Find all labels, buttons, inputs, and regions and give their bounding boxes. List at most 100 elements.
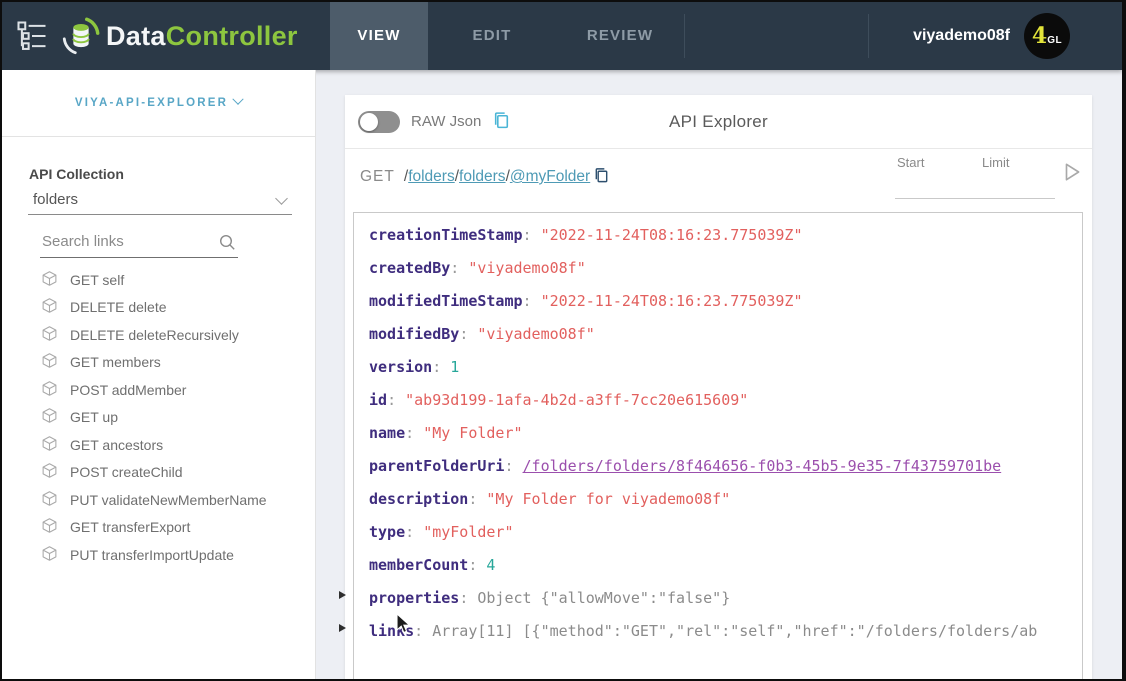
json-value-string: "My Folder for viyademo08f" xyxy=(486,490,730,508)
api-link-item[interactable]: DELETE deleteRecursively xyxy=(2,321,315,349)
api-link-item[interactable]: PUT transferImportUpdate xyxy=(2,541,315,569)
json-line-modifiedBy: modifiedBy: "viyademo08f" xyxy=(369,318,1082,351)
request-url-line: GET /folders/folders/@myFolder xyxy=(360,165,610,189)
cube-icon xyxy=(41,407,70,427)
api-link-item[interactable]: POST createChild xyxy=(2,459,315,487)
api-link-label: GET self xyxy=(70,272,124,288)
json-line-creationTimeStamp: creationTimeStamp: "2022-11-24T08:16:23.… xyxy=(369,219,1082,252)
json-value-string: "ab93d199-1afa-4b2d-a3ff-7cc20e615609" xyxy=(405,391,748,409)
search-links-field xyxy=(40,230,238,258)
json-colon: : xyxy=(459,325,477,343)
sidebar-divider xyxy=(2,136,315,137)
cube-icon xyxy=(41,435,70,455)
cube-icon xyxy=(41,517,70,537)
json-value-link[interactable]: /folders/folders/8f464656-f0b3-45b5-9e35… xyxy=(523,457,1002,475)
search-links-input[interactable] xyxy=(40,230,207,250)
json-line-memberCount: memberCount: 4 xyxy=(369,549,1082,582)
json-key: type xyxy=(369,523,405,541)
path-segment-link[interactable]: folders xyxy=(408,168,455,185)
cube-icon xyxy=(41,462,70,482)
json-value-object: Object {"allowMove":"false"} xyxy=(477,589,730,607)
path-segment-link[interactable]: folders xyxy=(459,168,506,185)
tab-view[interactable]: VIEW xyxy=(330,2,428,70)
http-method-label: GET xyxy=(360,168,395,186)
json-colon: : xyxy=(468,556,486,574)
json-colon: : xyxy=(450,259,468,277)
json-line-description: description: "My Folder for viyademo08f" xyxy=(369,483,1082,516)
json-value-object: Array[11] [{"method":"GET","rel":"self",… xyxy=(432,622,1037,640)
api-link-item[interactable]: GET self xyxy=(2,266,315,294)
json-viewer: creationTimeStamp: "2022-11-24T08:16:23.… xyxy=(353,212,1083,681)
json-key: description xyxy=(369,490,468,508)
limit-label: Limit xyxy=(982,155,1009,170)
cube-icon xyxy=(41,270,70,290)
json-value-number: 4 xyxy=(486,556,495,574)
json-key: name xyxy=(369,424,405,442)
datacontroller-logo-icon xyxy=(60,15,102,57)
json-colon: : xyxy=(504,457,522,475)
panel-header: RAW Json API Explorer xyxy=(345,95,1092,149)
json-colon: : xyxy=(387,391,405,409)
tab-review[interactable]: REVIEW xyxy=(556,2,684,70)
json-colon: : xyxy=(414,622,432,640)
4gl-badge[interactable]: 4GL xyxy=(1024,13,1070,59)
expand-toggle-properties[interactable] xyxy=(339,591,346,599)
api-link-label: GET ancestors xyxy=(70,437,163,453)
tab-edit[interactable]: EDIT xyxy=(428,2,556,70)
expand-toggle-links[interactable] xyxy=(339,624,346,632)
json-colon: : xyxy=(405,424,423,442)
cube-icon xyxy=(41,490,70,510)
json-key: modifiedTimeStamp xyxy=(369,292,523,310)
json-key: links xyxy=(369,622,414,640)
sidebar: VIYA-API-EXPLORER API Collection folders… xyxy=(2,70,316,679)
api-link-item[interactable]: PUT validateNewMemberName xyxy=(2,486,315,514)
json-colon: : xyxy=(459,589,477,607)
request-path: /folders/folders/@myFolder xyxy=(404,168,590,186)
json-key: memberCount xyxy=(369,556,468,574)
json-colon: : xyxy=(432,358,450,376)
start-input[interactable] xyxy=(895,177,969,197)
api-link-item[interactable]: POST addMember xyxy=(2,376,315,404)
api-link-item[interactable]: GET transferExport xyxy=(2,514,315,542)
badge-suffix: GL xyxy=(1047,35,1062,46)
api-link-item[interactable]: GET members xyxy=(2,349,315,377)
json-value-string: "viyademo08f" xyxy=(477,325,594,343)
path-segment-link[interactable]: @myFolder xyxy=(510,168,590,185)
app-window: DataController VIEWEDITREVIEW viyademo08… xyxy=(0,0,1126,681)
json-line-createdBy: createdBy: "viyademo08f" xyxy=(369,252,1082,285)
cube-icon xyxy=(41,380,70,400)
copy-url-icon[interactable] xyxy=(593,167,610,189)
cube-icon xyxy=(41,325,70,345)
nav-tabs: VIEWEDITREVIEW xyxy=(330,2,684,70)
api-link-item[interactable]: DELETE delete xyxy=(2,294,315,322)
api-link-list: GET self DELETE delete DELETE deleteRecurs… xyxy=(2,266,315,569)
json-key: version xyxy=(369,358,432,376)
api-link-label: GET members xyxy=(70,354,161,370)
topbar-divider xyxy=(868,14,869,58)
search-icon xyxy=(218,233,236,256)
api-link-item[interactable]: GET ancestors xyxy=(2,431,315,459)
explorer-label: VIYA-API-EXPLORER xyxy=(75,97,228,109)
topbar-divider xyxy=(684,14,685,58)
api-link-label: GET transferExport xyxy=(70,519,190,535)
json-line-properties: properties: Object {"allowMove":"false"} xyxy=(369,582,1082,615)
limit-input[interactable] xyxy=(977,177,1051,197)
json-colon: : xyxy=(523,292,541,310)
viya-api-explorer-dropdown[interactable]: VIYA-API-EXPLORER xyxy=(2,97,315,109)
api-link-label: DELETE delete xyxy=(70,299,167,315)
api-link-label: POST addMember xyxy=(70,382,186,398)
api-link-item[interactable]: GET up xyxy=(2,404,315,432)
json-value-string: "viyademo08f" xyxy=(468,259,585,277)
app-title: DataController xyxy=(106,2,298,70)
json-key: parentFolderUri xyxy=(369,457,504,475)
api-collection-label: API Collection xyxy=(29,166,124,182)
run-request-button[interactable] xyxy=(1061,161,1083,183)
paging-controls: Start Limit xyxy=(895,155,1055,199)
api-collection-select[interactable]: folders xyxy=(28,188,292,215)
tree-menu-icon[interactable] xyxy=(14,18,50,54)
api-collection-value: folders xyxy=(28,188,292,212)
api-explorer-panel: RAW Json API Explorer GET /folders/folde… xyxy=(345,95,1092,681)
cube-icon xyxy=(41,297,70,317)
json-value-string: "My Folder" xyxy=(423,424,522,442)
cube-icon xyxy=(41,545,70,565)
